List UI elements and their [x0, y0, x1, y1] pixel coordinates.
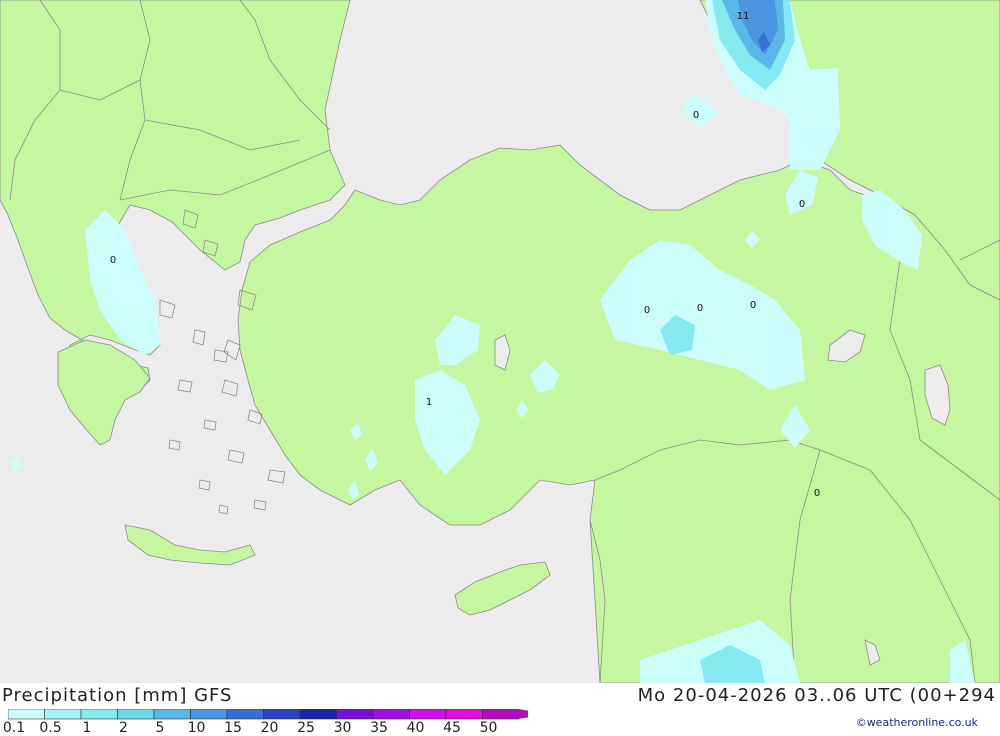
- legend-swatch: [80, 709, 118, 720]
- legend-swatch: [482, 709, 520, 720]
- map-value-label: 11: [737, 11, 750, 22]
- legend-swatch: [299, 709, 337, 720]
- legend-label: 0.5: [39, 720, 62, 736]
- credit-text: ©weatheronline.co.uk: [855, 716, 978, 729]
- legend-label: 30: [333, 720, 352, 736]
- legend-swatch: [153, 709, 191, 720]
- legend-arrow: [518, 709, 528, 719]
- map-value-label: 0: [693, 110, 699, 121]
- legend-label: 2: [119, 720, 128, 736]
- map-value-label: 0: [799, 199, 805, 210]
- legend-swatch: [190, 709, 228, 720]
- legend-swatch: [445, 709, 483, 720]
- legend-label: 15: [224, 720, 242, 736]
- map-value-label: 0: [697, 303, 703, 314]
- legend-label: 10: [187, 720, 206, 736]
- legend-swatch: [44, 709, 82, 720]
- map-title: Precipitation [mm] GFS: [2, 685, 233, 706]
- legend-label: 50: [479, 720, 498, 736]
- legend-swatch: [372, 709, 410, 720]
- map-datetime: Mo 20-04-2026 03..06 UTC (00+294: [637, 685, 996, 706]
- legend-swatch: [226, 709, 264, 720]
- legend-swatch: [336, 709, 374, 720]
- legend-swatch: [409, 709, 447, 720]
- legend-label: 40: [406, 720, 425, 736]
- legend-label: 5: [155, 720, 165, 736]
- legend-swatch: [8, 709, 45, 720]
- map-canvas: 11 0 0 0 0 0 0 1 0: [0, 0, 1000, 684]
- legend-label: 20: [260, 720, 279, 736]
- legend-label: 25: [297, 720, 315, 736]
- map-footer: Precipitation [mm] GFS Mo 20-04-2026 03.…: [0, 683, 1000, 736]
- map-value-label: 0: [750, 300, 756, 311]
- map-value-label: 1: [426, 397, 432, 408]
- legend-label: 45: [443, 720, 461, 736]
- map-value-label: 0: [110, 255, 116, 266]
- legend-label: 35: [370, 720, 388, 736]
- map-value-label: 0: [814, 488, 820, 499]
- legend-swatch: [117, 709, 155, 720]
- legend-label: 0.1: [2, 720, 26, 736]
- legend-label: 1: [82, 720, 92, 736]
- map-value-label: 0: [644, 305, 650, 316]
- precipitation-map: 11 0 0 0 0 0 0 1 0: [0, 0, 1000, 684]
- legend-swatch: [263, 709, 301, 720]
